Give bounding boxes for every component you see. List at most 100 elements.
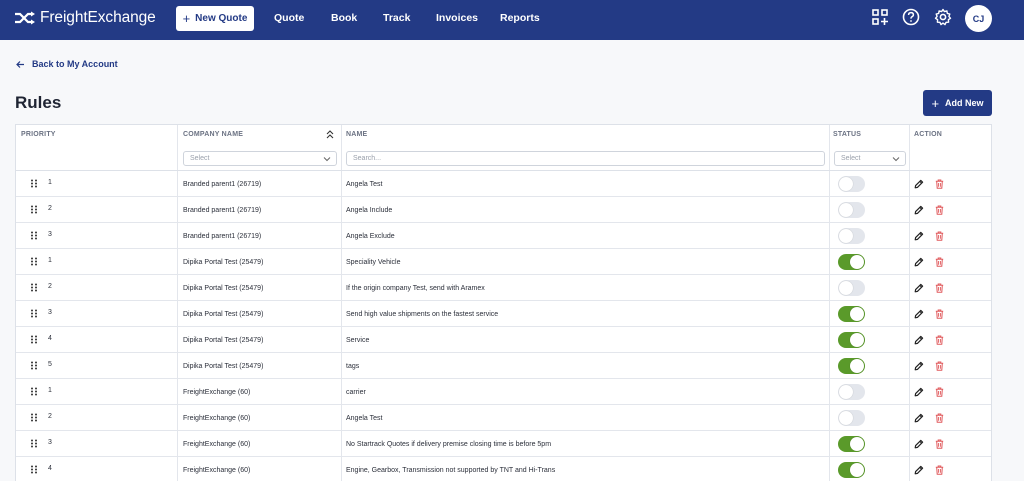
drag-handle-icon[interactable] (30, 361, 38, 370)
status-toggle[interactable] (838, 228, 865, 244)
row-priority: 3 (48, 231, 52, 238)
row-rule-name[interactable]: Speciality Vehicle (346, 249, 400, 275)
nav-link-book[interactable]: Book (331, 12, 357, 24)
status-toggle[interactable] (838, 462, 865, 478)
delete-trash-icon[interactable] (935, 465, 944, 475)
status-filter-select[interactable]: Select (834, 151, 906, 166)
nav-link-track[interactable]: Track (383, 12, 410, 24)
status-toggle[interactable] (838, 306, 865, 322)
table-row: 4 Dipika Portal Test (25479) Service (16, 327, 991, 353)
delete-trash-icon[interactable] (935, 361, 944, 371)
drag-handle-icon[interactable] (30, 335, 38, 344)
gear-icon[interactable] (934, 8, 952, 26)
drag-handle-icon[interactable] (30, 231, 38, 240)
company-filter-select[interactable]: Select (183, 151, 337, 166)
delete-trash-icon[interactable] (935, 283, 944, 293)
delete-trash-icon[interactable] (935, 231, 944, 241)
status-toggle[interactable] (838, 410, 865, 426)
delete-trash-icon[interactable] (935, 205, 944, 215)
edit-pencil-icon[interactable] (914, 465, 924, 475)
drag-handle-icon[interactable] (30, 387, 38, 396)
drag-handle-icon[interactable] (30, 257, 38, 266)
delete-trash-icon[interactable] (935, 335, 944, 345)
add-new-button[interactable]: + Add New (923, 90, 992, 116)
chevron-down-icon (323, 157, 331, 162)
nav-link-invoices[interactable]: Invoices (436, 12, 478, 24)
edit-pencil-icon[interactable] (914, 335, 924, 345)
row-company-name: Branded parent1 (26719) (183, 206, 262, 214)
row-rule-name[interactable]: Engine, Gearbox, Transmission not suppor… (346, 457, 555, 481)
brand-logo[interactable]: FreightExchange (14, 9, 156, 27)
row-rule-name[interactable]: tags (346, 353, 359, 379)
add-grid-icon[interactable] (871, 8, 889, 26)
edit-pencil-icon[interactable] (914, 231, 924, 241)
delete-trash-icon[interactable] (935, 387, 944, 397)
table-row: 2 Branded parent1 (26719) Angela Include (16, 197, 991, 223)
row-company-name: Dipika Portal Test (25479) (183, 258, 264, 266)
table-body: 1 Branded parent1 (26719) Angela Test 2 … (16, 171, 991, 481)
company-filter-placeholder: Select (190, 155, 210, 162)
row-rule-name[interactable]: Angela Test (346, 171, 382, 197)
drag-handle-icon[interactable] (30, 205, 38, 214)
status-toggle[interactable] (838, 202, 865, 218)
row-rule-name[interactable]: If the origin company Test, send with Ar… (346, 275, 485, 301)
drag-handle-icon[interactable] (30, 283, 38, 292)
row-company-name: Branded parent1 (26719) (183, 232, 262, 240)
status-toggle[interactable] (838, 176, 865, 192)
row-priority: 1 (48, 179, 52, 186)
header-action: ACTION (914, 131, 943, 138)
status-toggle[interactable] (838, 384, 865, 400)
header-name[interactable]: NAME (346, 131, 367, 138)
edit-pencil-icon[interactable] (914, 387, 924, 397)
drag-handle-icon[interactable] (30, 465, 38, 474)
top-nav-bar: FreightExchange + New Quote Quote Book T… (0, 0, 1024, 40)
row-company-name: Dipika Portal Test (25479) (183, 284, 264, 292)
row-rule-name[interactable]: Send high value shipments on the fastest… (346, 301, 498, 327)
header-priority[interactable]: PRIORITY (21, 131, 56, 138)
sort-ascending-icon[interactable] (326, 130, 334, 139)
edit-pencil-icon[interactable] (914, 413, 924, 423)
status-toggle[interactable] (838, 280, 865, 296)
status-toggle[interactable] (838, 436, 865, 452)
header-company-name[interactable]: COMPANY NAME (183, 131, 243, 138)
delete-trash-icon[interactable] (935, 439, 944, 449)
shuffle-logo-icon (15, 11, 35, 25)
status-toggle[interactable] (838, 358, 865, 374)
row-rule-name[interactable]: Angela Test (346, 405, 382, 431)
row-rule-name[interactable]: No Startrack Quotes if delivery premise … (346, 431, 551, 457)
edit-pencil-icon[interactable] (914, 439, 924, 449)
drag-handle-icon[interactable] (30, 439, 38, 448)
avatar[interactable]: CJ (965, 5, 992, 32)
back-to-account-link[interactable]: Back to My Account (16, 59, 118, 69)
drag-handle-icon[interactable] (30, 179, 38, 188)
help-icon[interactable] (902, 8, 920, 26)
table-row: 1 FreightExchange (60) carrier (16, 379, 991, 405)
row-priority: 3 (48, 439, 52, 446)
delete-trash-icon[interactable] (935, 309, 944, 319)
delete-trash-icon[interactable] (935, 179, 944, 189)
delete-trash-icon[interactable] (935, 413, 944, 423)
edit-pencil-icon[interactable] (914, 179, 924, 189)
status-toggle[interactable] (838, 254, 865, 270)
row-rule-name[interactable]: Angela Exclude (346, 223, 395, 249)
name-search-input[interactable]: Search... (346, 151, 825, 166)
new-quote-button[interactable]: + New Quote (176, 6, 254, 31)
header-status[interactable]: STATUS (833, 131, 861, 138)
edit-pencil-icon[interactable] (914, 205, 924, 215)
drag-handle-icon[interactable] (30, 309, 38, 318)
chevron-down-icon (892, 157, 900, 162)
status-toggle[interactable] (838, 332, 865, 348)
row-company-name: Dipika Portal Test (25479) (183, 362, 264, 370)
edit-pencil-icon[interactable] (914, 257, 924, 267)
edit-pencil-icon[interactable] (914, 361, 924, 371)
edit-pencil-icon[interactable] (914, 283, 924, 293)
edit-pencil-icon[interactable] (914, 309, 924, 319)
row-rule-name[interactable]: carrier (346, 379, 366, 405)
name-search-placeholder: Search... (353, 155, 382, 162)
nav-link-reports[interactable]: Reports (500, 12, 540, 24)
row-rule-name[interactable]: Service (346, 327, 369, 353)
drag-handle-icon[interactable] (30, 413, 38, 422)
delete-trash-icon[interactable] (935, 257, 944, 267)
row-rule-name[interactable]: Angela Include (346, 197, 392, 223)
nav-link-quote[interactable]: Quote (274, 12, 304, 24)
